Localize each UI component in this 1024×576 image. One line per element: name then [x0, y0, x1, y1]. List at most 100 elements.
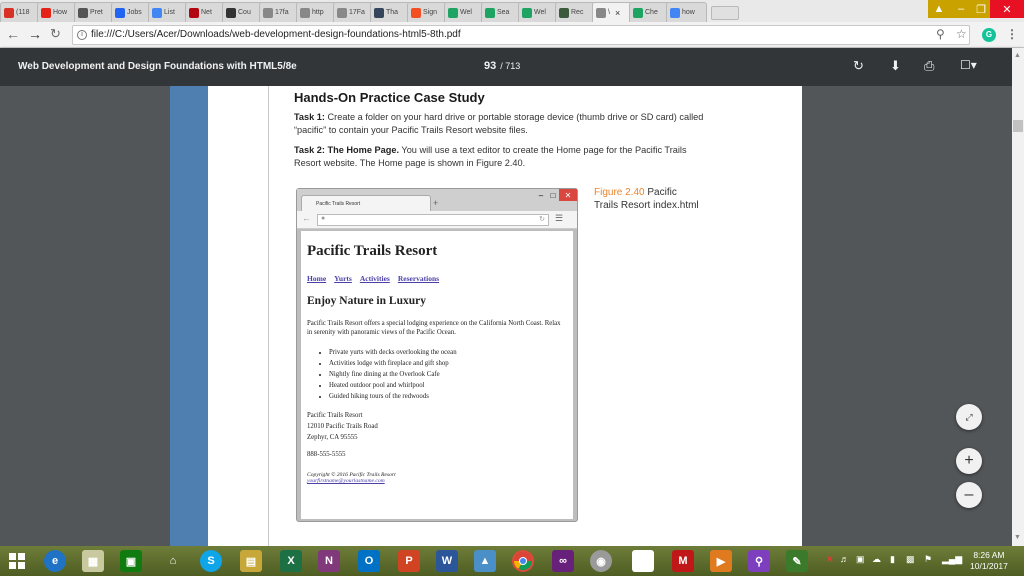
chrome-icon[interactable]	[512, 550, 534, 572]
bookmark-dropdown-icon[interactable]: ☐▾	[960, 58, 977, 72]
list-item: Guided hiking tours of the redwoods	[329, 391, 567, 402]
browser-tab[interactable]: (118	[0, 2, 41, 22]
start-windows-icon[interactable]	[6, 550, 28, 572]
browser-tab-label: \	[608, 9, 610, 16]
browser-tab[interactable]: Rec	[555, 2, 596, 22]
pdf-viewer[interactable]: Hands-On Practice Case Study Task 1: Cre…	[0, 86, 1012, 546]
browser-tab[interactable]: 17Fa	[333, 2, 374, 22]
figure-number: Figure 2.40	[594, 187, 645, 198]
mini-nav-bar: ← ● ↻ ☰	[297, 211, 577, 229]
pdf-title: Web Development and Design Foundations w…	[18, 61, 297, 72]
scroll-down-icon[interactable]: ▼	[1014, 534, 1021, 541]
site-intro: Pacific Trails Resort offers a special l…	[307, 320, 561, 336]
list-item: Private yurts with decks overlooking the…	[329, 347, 567, 358]
sticky-notes-icon[interactable]: ▤	[240, 550, 262, 572]
browser-tab[interactable]: http	[296, 2, 337, 22]
network-icon[interactable]: ▩	[906, 554, 915, 565]
current-page[interactable]: 93	[484, 60, 496, 72]
media-player-icon[interactable]: ▶	[710, 550, 732, 572]
browser-tab[interactable]: Wel	[444, 2, 485, 22]
photos-icon[interactable]: ▲	[474, 550, 496, 572]
forward-icon[interactable]: →	[28, 26, 42, 42]
close-window-button[interactable]: ✕	[990, 0, 1024, 18]
skype-icon[interactable]: S	[200, 550, 222, 572]
word-icon[interactable]: W	[436, 550, 458, 572]
search-app-icon[interactable]: ⚲	[748, 550, 770, 572]
volume-icon[interactable]: ♬	[840, 554, 849, 564]
browser-tab-label: Sea	[497, 9, 510, 16]
scroll-thumb[interactable]	[1013, 120, 1023, 132]
system-clock[interactable]: 8:26 AM 10/1/2017	[970, 550, 1008, 572]
url-field[interactable]: i file:///C:/Users/Acer/Downloads/web-de…	[72, 25, 970, 45]
gmail-icon	[4, 7, 14, 18]
fit-page-button[interactable]: ⤢	[956, 404, 982, 430]
battery-icon[interactable]: ▮	[890, 554, 895, 565]
tab-strip: (118 How Pret Jobs List Net Cou 17fa http 17Fa Tha…	[0, 0, 1024, 22]
browser-tab[interactable]: Sea	[481, 2, 522, 22]
browser-tab-label: Jobs	[127, 9, 142, 16]
mini-restore-icon: □	[550, 190, 556, 200]
clock-time: 8:26 AM	[973, 550, 1005, 560]
internet-explorer-icon[interactable]: e	[44, 550, 66, 572]
browser-tab-label: (118	[16, 9, 30, 16]
browser-tab[interactable]: how	[666, 2, 707, 22]
browser-tab-label: Tha	[386, 9, 399, 16]
page-indicator[interactable]: 93 / 713	[484, 60, 520, 72]
store-icon[interactable]: ▣	[120, 550, 142, 572]
minimize-button[interactable]: –	[950, 0, 972, 18]
browser-tab-label: How	[53, 9, 68, 16]
browser-tab[interactable]: 17fa	[259, 2, 300, 22]
rotate-icon[interactable]: ↻	[853, 58, 864, 74]
browser-tab[interactable]: \ ×	[592, 2, 633, 22]
blank-app-icon[interactable]	[632, 550, 654, 572]
browser-tab[interactable]: Cou	[222, 2, 263, 22]
signal-icon[interactable]: ▂▄▆	[942, 554, 962, 565]
info-icon[interactable]: i	[77, 30, 87, 40]
zoom-icon[interactable]: ⚲	[936, 27, 945, 41]
browser-tab[interactable]: Net	[185, 2, 226, 22]
user-profile-button[interactable]: ▲	[928, 0, 950, 18]
browser-tab[interactable]: Sign	[407, 2, 448, 22]
visual-studio-icon[interactable]: ∞	[552, 550, 574, 572]
reload-icon[interactable]: ↻	[50, 26, 61, 42]
page-scrollbar[interactable]: ▲ ▼	[1012, 48, 1024, 546]
restore-button[interactable]: ❐	[972, 0, 990, 18]
back-icon[interactable]: ←	[6, 26, 20, 42]
tray-app-icon[interactable]: ▣	[856, 554, 865, 565]
close-tab-icon[interactable]: ×	[615, 8, 620, 18]
list-item: Nightly fine dining at the Overlook Cafe	[329, 369, 567, 380]
browser-tab[interactable]: Jobs	[111, 2, 152, 22]
powerpoint-icon[interactable]: P	[398, 550, 420, 572]
browser-tab[interactable]: Pret	[74, 2, 115, 22]
notepad-icon[interactable]: ✎	[786, 550, 808, 572]
mini-tab-strip: Pacific Trails Resort + – □ ✕	[297, 189, 577, 211]
grammarly-icon[interactable]: G	[982, 28, 996, 42]
site-phone: 888-555-5555	[307, 451, 346, 458]
menu-dots-icon[interactable]: ⋮	[1006, 27, 1018, 41]
bookmark-star-icon[interactable]: ☆	[956, 27, 967, 41]
print-icon[interactable]: ⎙	[924, 58, 934, 74]
cloud-icon[interactable]: ☁	[872, 554, 881, 565]
download-icon[interactable]: ⬇	[890, 58, 901, 74]
browser-tab[interactable]: How	[37, 2, 78, 22]
onenote-icon[interactable]: N	[318, 550, 340, 572]
browser-tab[interactable]: Tha	[370, 2, 411, 22]
new-tab-button[interactable]	[711, 6, 739, 20]
excel-icon[interactable]: X	[280, 550, 302, 572]
browser-tab[interactable]: Wel	[518, 2, 559, 22]
outlook-icon[interactable]: O	[358, 550, 380, 572]
mini-newtab-icon: +	[433, 198, 439, 208]
scroll-up-icon[interactable]: ▲	[1014, 52, 1021, 59]
browser-tab[interactable]: Che	[629, 2, 670, 22]
flag-icon[interactable]: ⚑	[924, 554, 932, 565]
mcafee-icon[interactable]: M	[672, 550, 694, 572]
disc-icon[interactable]: ◉	[590, 550, 612, 572]
file-explorer-icon[interactable]: ▦	[82, 550, 104, 572]
zoom-in-button[interactable]: +	[956, 448, 982, 474]
tray-close-icon[interactable]: ✕	[826, 554, 834, 565]
page-margin-bar	[170, 86, 208, 546]
zoom-out-button[interactable]: –	[956, 482, 982, 508]
browser-tab-label: 17fa	[275, 9, 289, 16]
browser-tab[interactable]: List	[148, 2, 189, 22]
home-icon[interactable]: ⌂	[162, 550, 184, 572]
